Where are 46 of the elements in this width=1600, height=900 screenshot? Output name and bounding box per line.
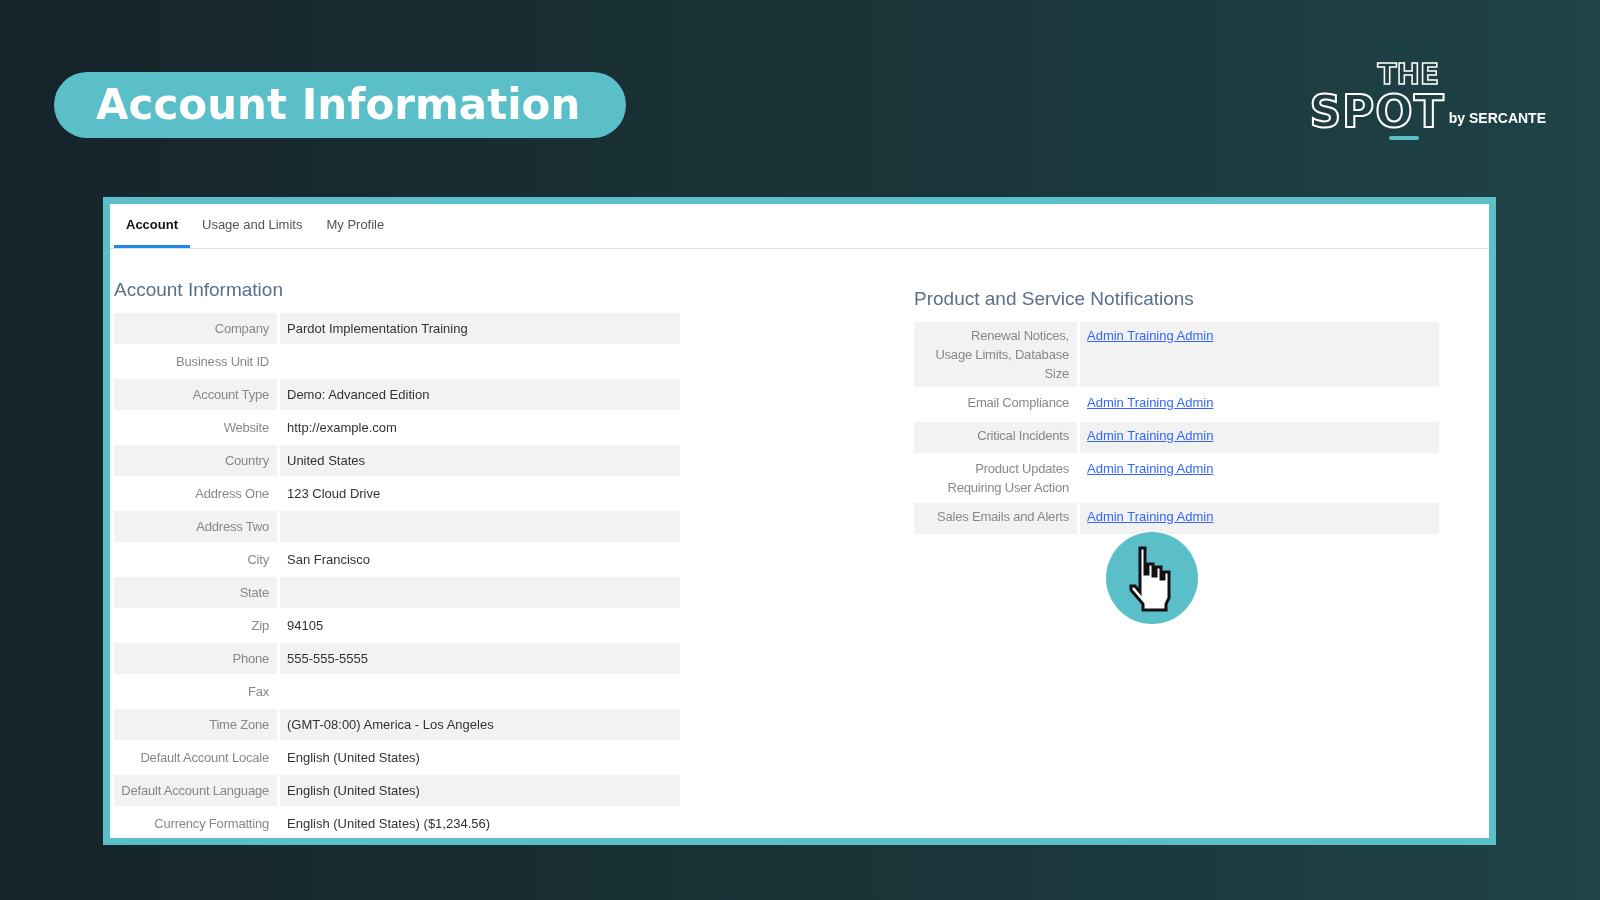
field-label: Default Account Language	[114, 775, 277, 806]
tab[interactable]: Account	[114, 204, 190, 248]
value-cell-text: 94105	[286, 617, 325, 635]
user-link[interactable]: Admin Training Admin	[1087, 428, 1214, 443]
section-heading: Account Information	[114, 279, 284, 301]
field-label: Account Type	[114, 379, 277, 410]
field-label: Renewal Notices, Usage Limits, Database Size	[914, 322, 1077, 387]
field-label: Product Updates Requiring User Action	[946, 460, 1070, 497]
field-label: Country	[114, 445, 277, 476]
field-label: Currency Formatting	[153, 815, 270, 833]
field-label: Time Zone	[114, 709, 277, 740]
field-label: Business Unit ID	[175, 353, 270, 371]
value-cell: English (United States)	[280, 775, 680, 806]
user-link[interactable]: Admin Training Admin	[1087, 509, 1214, 524]
value-cell-text: http://example.com	[286, 419, 398, 437]
value-cell-text: English (United States) ($1,234.56)	[286, 815, 492, 833]
user-link[interactable]: Admin Training Admin	[1087, 461, 1214, 476]
value-cell-text: English (United States)	[286, 749, 421, 767]
field-label: Email Compliance	[966, 394, 1070, 412]
field-label: Critical Incidents	[914, 422, 1077, 453]
field-label: City	[246, 551, 270, 569]
section-heading: Product and Service Notifications	[914, 288, 1195, 310]
field-label: Fax	[246, 683, 270, 701]
field-label: Website	[222, 419, 270, 437]
field-label: State	[114, 577, 277, 608]
value-cell: United States	[280, 445, 680, 476]
field-label: Phone	[114, 643, 277, 674]
field-label: Company	[114, 313, 277, 344]
slide-title: Account Information	[54, 72, 627, 138]
value-cell: 555-555-5555	[280, 643, 680, 674]
field-label: Sales Emails and Alerts	[914, 503, 1077, 534]
field-label: Address Two	[114, 511, 277, 542]
field-label: Zip	[250, 617, 270, 635]
value-cell: (GMT-08:00) America - Los Angeles	[280, 709, 680, 740]
field-label: Address One	[194, 485, 270, 503]
value-cell: Pardot Implementation Training	[280, 313, 680, 344]
value-cell: Demo: Advanced Edition	[280, 379, 680, 410]
user-link[interactable]: Admin Training Admin	[1087, 328, 1214, 343]
value-cell-text: 123 Cloud Drive	[286, 485, 382, 503]
pointer-hand-icon	[1106, 532, 1198, 624]
tab[interactable]: Usage and Limits	[190, 204, 315, 248]
logo: THE SPOT by SERCANTE	[1309, 60, 1546, 140]
user-link[interactable]: Admin Training Admin	[1087, 395, 1214, 410]
field-label: Default Account Locale	[139, 749, 270, 767]
tab[interactable]: My Profile	[314, 204, 397, 248]
value-cell-text: San Francisco	[286, 551, 372, 569]
